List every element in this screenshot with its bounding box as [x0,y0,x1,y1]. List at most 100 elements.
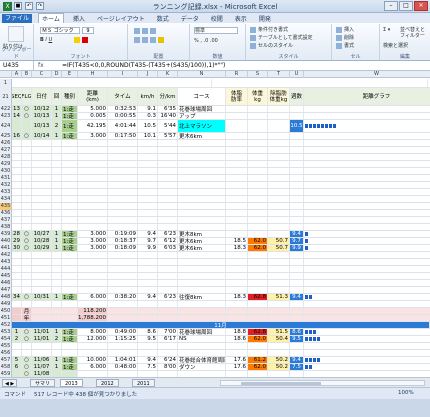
tab-2[interactable]: 挿入 [70,14,88,23]
cell-wk[interactable] [290,280,304,286]
cell-course[interactable] [178,308,226,314]
cell-wk[interactable] [290,217,304,223]
cell-dist[interactable] [78,350,108,356]
column-header-W[interactable]: W [304,71,430,78]
cell-course[interactable] [178,224,226,230]
cell-kmh[interactable] [138,259,158,265]
cell-flg[interactable] [22,175,32,181]
cell-wt[interactable]: 62.0 [248,364,268,370]
cell-time[interactable] [108,350,138,356]
cell-flg[interactable] [22,301,32,307]
cell-wk[interactable]: 9.5 [290,336,304,342]
cell-pace[interactable] [158,175,178,181]
cell-k[interactable] [52,161,62,167]
font-name-select[interactable]: ＭＳ ゴシック [40,27,80,34]
cell-flg[interactable] [22,182,32,188]
name-box[interactable]: U435 [0,61,34,71]
row-header[interactable]: 457 [0,357,12,364]
cell-dist[interactable] [78,147,108,153]
cell-dist[interactable]: 1,788.200 [78,315,108,321]
column-header-I[interactable]: I [108,71,138,78]
table-row[interactable] [12,196,430,203]
cell-course[interactable] [178,217,226,223]
cell-course[interactable] [178,182,226,188]
cell-pace[interactable]: 7'00 [158,329,178,335]
cell-k[interactable]: 1 [52,231,62,237]
cell-flg[interactable] [22,140,32,146]
cell-lbm[interactable] [268,168,290,174]
cell-wk[interactable] [290,266,304,272]
row-header[interactable]: 438 [0,224,12,231]
cell-lbm[interactable] [268,120,290,132]
cell-wk[interactable] [290,175,304,181]
table-row[interactable] [12,217,430,224]
row-header[interactable]: 422 [0,106,12,113]
cell-lbm[interactable] [268,252,290,258]
cell-type[interactable] [62,189,78,195]
table-row[interactable]: 28 ○ 10/27 1 1:走 3.000 0:19:09 9.4 6'23 更木8km 9.4 [12,231,430,238]
cell-type[interactable]: 1:走 [62,336,78,342]
cell-date[interactable] [32,168,52,174]
cell-wt[interactable] [248,224,268,230]
cell-lbm[interactable] [268,350,290,356]
table-row[interactable] [12,224,430,231]
cell-bf[interactable] [226,113,248,119]
cell-kmh[interactable]: 10.1 [138,133,158,139]
cell-pace[interactable] [158,252,178,258]
cell-wk[interactable]: 10.5 [290,120,304,132]
column-header-C[interactable]: C [32,71,52,78]
cell-wk[interactable] [290,343,304,349]
cell-flg[interactable]: ○ [22,336,32,342]
cell-kmh[interactable] [138,161,158,167]
tab-8[interactable]: 開発 [256,14,274,23]
table-row[interactable]: 11月 [12,322,430,329]
cell-dist[interactable] [78,210,108,216]
cell-type[interactable] [62,252,78,258]
table-row[interactable]: 34 ○ 10/31 1 1:走 6.000 0:38:20 9.4 6'23 往復8km 18.3… [12,294,430,301]
cell-type[interactable]: 1:走 [62,113,78,119]
cell-course[interactable] [178,140,226,146]
cell-dist[interactable] [78,182,108,188]
column-header-K[interactable]: K [158,71,178,78]
cell-seq[interactable]: 5 [12,357,22,363]
cell-pace[interactable] [158,217,178,223]
cell-kmh[interactable] [138,224,158,230]
cell-kmh[interactable]: 7.5 [138,364,158,370]
cell-bf[interactable]: 18.6 [226,336,248,342]
cell-seq[interactable] [12,259,22,265]
cell-pace[interactable]: 6'03 [158,245,178,251]
zoom-level[interactable]: 100% [398,390,414,396]
cell-flg[interactable] [22,154,32,160]
cell-date[interactable] [32,189,52,195]
cell-lbm[interactable] [268,182,290,188]
cell-wt[interactable]: 62.8 [248,294,268,300]
cell-dist[interactable] [78,140,108,146]
cell-bf[interactable] [226,203,248,209]
cell-wt[interactable]: 62.0 [248,245,268,251]
column-header-A[interactable]: A [12,71,22,78]
cell-course[interactable] [178,210,226,216]
cell-wk[interactable]: 9.9 [290,245,304,251]
tab-4[interactable]: 数式 [154,14,172,23]
cell-course[interactable] [178,252,226,258]
cell-date[interactable]: 10/13 [32,120,52,132]
cell-date[interactable]: 11/01 [32,329,52,335]
table-row[interactable] [12,147,430,154]
cell-dist[interactable]: 118.200 [78,308,108,314]
sheet-tab-2[interactable]: 2012 [96,379,119,387]
maximize-button[interactable]: □ [399,1,413,11]
cell-pace[interactable] [158,154,178,160]
cell-pace[interactable] [158,161,178,167]
cell-wt[interactable] [248,196,268,202]
cell-pace[interactable] [158,182,178,188]
cell-bf[interactable] [226,175,248,181]
cell-bf[interactable] [226,252,248,258]
cell-bf[interactable] [226,273,248,279]
cell-time[interactable]: 0:48:00 [108,364,138,370]
cell-seq[interactable] [12,273,22,279]
cell-type[interactable] [62,273,78,279]
cell-date[interactable] [32,210,52,216]
cell-flg[interactable]: ○ [22,364,32,370]
cell-dist[interactable]: 42.195 [78,120,108,132]
cell-type[interactable] [62,217,78,223]
